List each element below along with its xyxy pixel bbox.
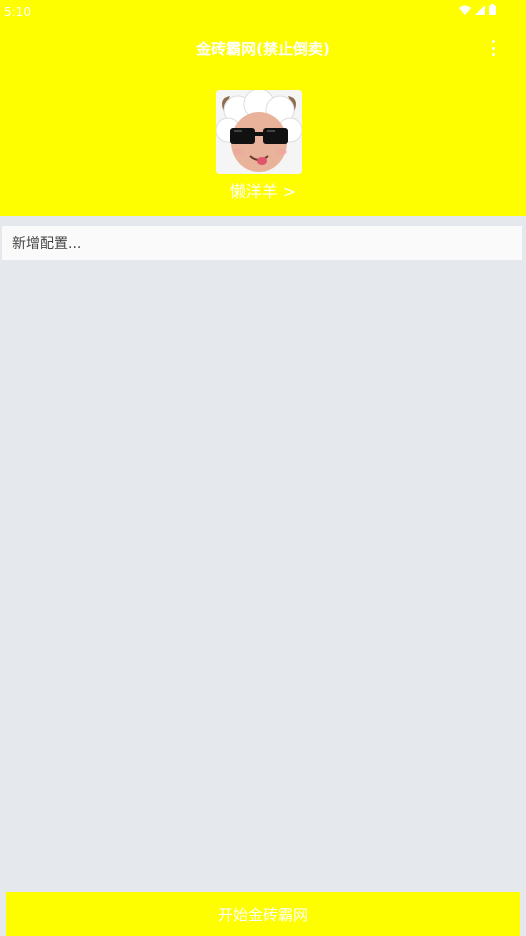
- status-time: 5:10: [4, 5, 31, 19]
- add-config-row[interactable]: 新增配置...: [2, 226, 522, 260]
- wifi-icon: [459, 5, 471, 15]
- header: 5:10 金砖霸网(禁止倒卖) 懒洋羊 >: [0, 0, 526, 216]
- status-bar: 5:10: [0, 0, 526, 26]
- battery-icon: [489, 4, 496, 15]
- username-link[interactable]: 懒洋羊 >: [0, 178, 526, 202]
- start-button[interactable]: 开始金砖霸网: [6, 892, 520, 936]
- more-vert-icon[interactable]: [488, 38, 498, 58]
- signal-icon: [475, 4, 485, 15]
- avatar[interactable]: [216, 90, 302, 174]
- add-config-label: 新增配置...: [12, 236, 82, 252]
- status-icons: [459, 4, 496, 15]
- app-title: 金砖霸网(禁止倒卖): [196, 40, 330, 58]
